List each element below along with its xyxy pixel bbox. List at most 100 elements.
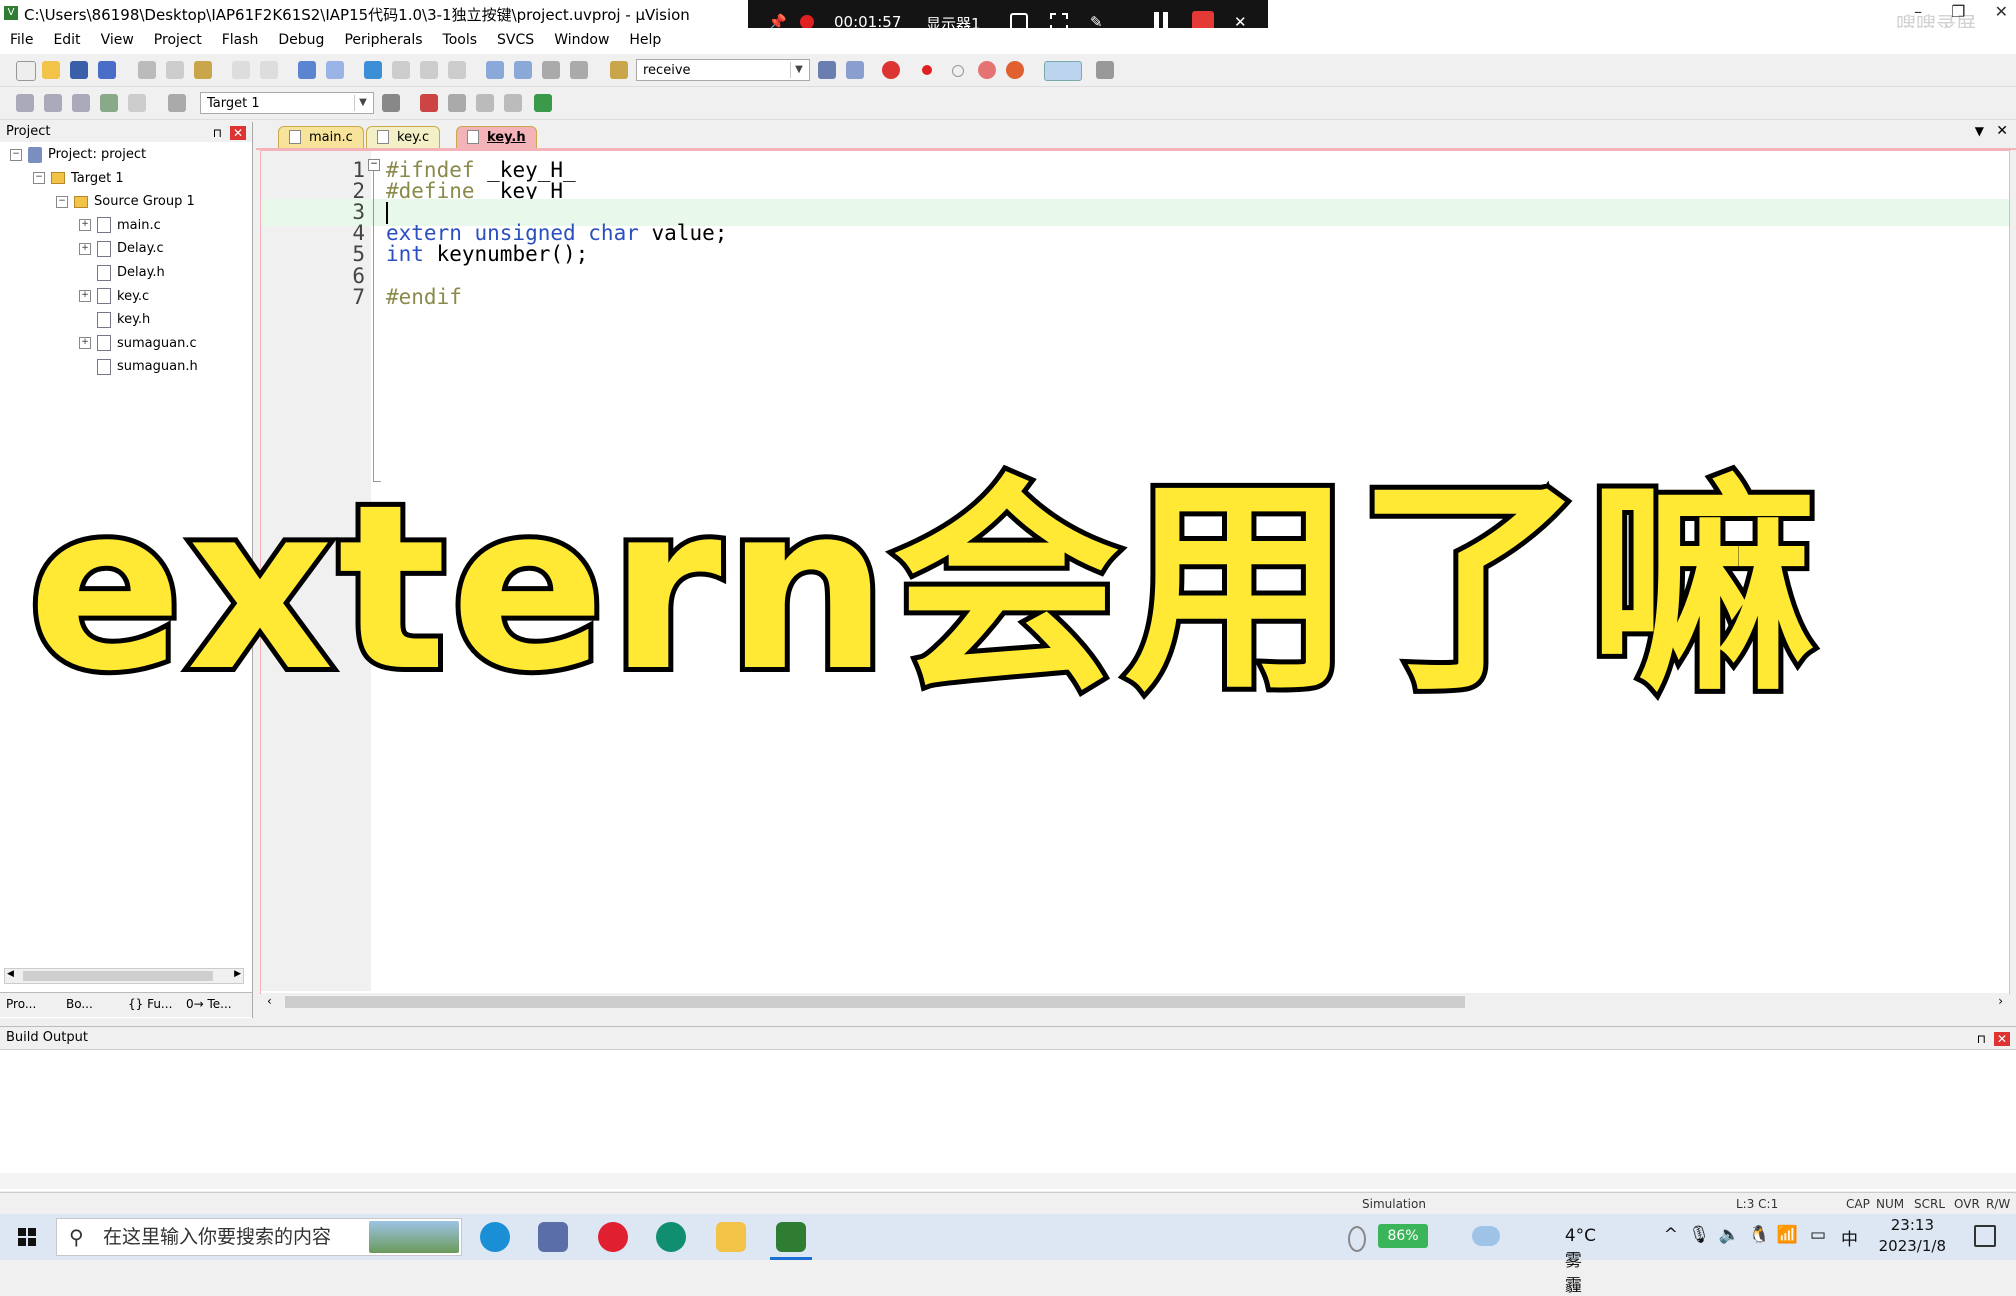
- rebuild-icon[interactable]: [72, 94, 90, 112]
- restore-icon[interactable]: ❐: [1951, 2, 1965, 21]
- tab-list-icon[interactable]: ▼: [1975, 124, 1984, 138]
- menu-file[interactable]: File: [0, 28, 43, 48]
- tree-item[interactable]: Delay.h: [79, 262, 165, 284]
- cut-icon[interactable]: [138, 61, 156, 79]
- scroll-right-icon[interactable]: ▶: [234, 969, 241, 979]
- undo-icon[interactable]: [232, 61, 250, 79]
- scroll-thumb[interactable]: [23, 971, 213, 981]
- editor-tab[interactable]: key.h: [456, 126, 537, 148]
- taskbar-search[interactable]: ⚲ 在这里输入你要搜索的内容: [56, 1218, 462, 1256]
- scroll-left-icon[interactable]: ‹: [267, 994, 272, 1008]
- breakpoint-icon[interactable]: [922, 65, 932, 75]
- open-folder-icon[interactable]: [42, 61, 60, 79]
- disable-breakpoint-icon[interactable]: [952, 65, 964, 77]
- collapse-icon[interactable]: −: [10, 148, 22, 161]
- select-pack-icon[interactable]: [476, 94, 494, 112]
- editor-hscrollbar[interactable]: ‹ ›: [261, 993, 2009, 1011]
- paste-icon[interactable]: [194, 61, 212, 79]
- panel-tab[interactable]: Bo...: [66, 997, 93, 1011]
- find-combo[interactable]: receive ▼: [636, 59, 810, 81]
- pin-panel-icon[interactable]: ⊓: [1977, 1032, 1986, 1046]
- target-options-icon[interactable]: [382, 94, 400, 112]
- unindent-icon[interactable]: [514, 61, 532, 79]
- panel-tab[interactable]: Pro...: [6, 997, 36, 1011]
- tree-item[interactable]: − Source Group 1: [56, 191, 195, 213]
- window-layout-icon[interactable]: [1044, 61, 1082, 81]
- leaf-icon[interactable]: [1348, 1226, 1366, 1252]
- close-icon[interactable]: ✕: [1995, 2, 2008, 21]
- indent-icon[interactable]: [486, 61, 504, 79]
- speaker-icon[interactable]: 🔈: [1719, 1225, 1740, 1245]
- tree-item[interactable]: + sumaguan.c: [79, 333, 197, 355]
- keil-uvision-taskbar-icon[interactable]: [776, 1222, 806, 1252]
- build-output-hscrollbar[interactable]: [0, 1173, 2016, 1189]
- tree-item[interactable]: + key.c: [79, 286, 149, 308]
- tree-item[interactable]: + main.c: [79, 215, 161, 237]
- battery-meter[interactable]: 86%: [1378, 1224, 1428, 1248]
- recorder-app-icon[interactable]: [656, 1222, 686, 1252]
- tree-item[interactable]: − Project: project: [10, 144, 146, 166]
- expand-icon[interactable]: +: [79, 337, 91, 350]
- clock-date[interactable]: 2023/1/8: [1879, 1237, 1946, 1255]
- file-extensions-icon[interactable]: [420, 94, 438, 112]
- tree-item[interactable]: + Delay.c: [79, 238, 164, 260]
- project-hscrollbar[interactable]: ◀ ▶: [4, 968, 244, 984]
- minimize-icon[interactable]: –: [1914, 2, 1922, 21]
- uncomment-icon[interactable]: [570, 61, 588, 79]
- chevron-down-icon[interactable]: ▼: [790, 62, 807, 78]
- microphone-icon[interactable]: 🎙: [1688, 1225, 1710, 1245]
- menu-edit[interactable]: Edit: [43, 28, 90, 48]
- next-bookmark-icon[interactable]: [420, 61, 438, 79]
- bookmark-icon[interactable]: [364, 61, 382, 79]
- weather-cloud-icon[interactable]: [1472, 1226, 1500, 1246]
- menu-project[interactable]: Project: [144, 28, 212, 48]
- copy-icon[interactable]: [166, 61, 184, 79]
- expand-icon[interactable]: +: [79, 290, 91, 303]
- chevron-down-icon[interactable]: ▼: [354, 95, 371, 111]
- find-in-files-icon[interactable]: [610, 61, 628, 79]
- pin-panel-icon[interactable]: ⊓: [213, 126, 222, 140]
- clock-time[interactable]: 23:13: [1891, 1216, 1934, 1234]
- menu-debug[interactable]: Debug: [268, 28, 334, 48]
- scroll-right-icon[interactable]: ›: [1998, 994, 2003, 1008]
- wifi-icon[interactable]: 📶: [1777, 1225, 1798, 1245]
- menu-tools[interactable]: Tools: [433, 28, 488, 48]
- target-combo[interactable]: Target 1 ▼: [200, 92, 374, 114]
- configure-icon[interactable]: [1096, 61, 1114, 79]
- menu-peripherals[interactable]: Peripherals: [334, 28, 432, 48]
- input-method-indicator[interactable]: 中: [1841, 1225, 1858, 1250]
- menu-help[interactable]: Help: [619, 28, 671, 48]
- scroll-thumb[interactable]: [285, 996, 1465, 1008]
- prev-bookmark-icon[interactable]: [392, 61, 410, 79]
- battery-icon[interactable]: ▭: [1810, 1225, 1826, 1245]
- tree-item[interactable]: key.h: [79, 309, 150, 331]
- close-panel-icon[interactable]: ✕: [229, 126, 246, 140]
- edge-browser-icon[interactable]: [480, 1222, 510, 1252]
- find-icon[interactable]: [818, 61, 836, 79]
- collapse-icon[interactable]: −: [56, 195, 68, 208]
- expand-icon[interactable]: +: [79, 219, 91, 232]
- debug-session-icon[interactable]: [882, 61, 900, 79]
- kill-all-breakpoints-icon[interactable]: [1006, 61, 1024, 79]
- weather-status[interactable]: 4°C 雾霾: [1565, 1226, 1596, 1296]
- netease-music-icon[interactable]: [598, 1222, 628, 1252]
- redo-icon[interactable]: [260, 61, 278, 79]
- translate-icon[interactable]: [16, 94, 34, 112]
- menu-window[interactable]: Window: [544, 28, 619, 48]
- file-explorer-icon[interactable]: [716, 1222, 746, 1252]
- code-line[interactable]: 7 #endif: [261, 284, 2009, 311]
- stop-build-icon[interactable]: [128, 94, 146, 112]
- nav-back-icon[interactable]: [298, 61, 316, 79]
- menu-view[interactable]: View: [91, 28, 144, 48]
- menu-svcs[interactable]: SVCS: [487, 28, 544, 48]
- build-icon[interactable]: [44, 94, 62, 112]
- notification-center-icon[interactable]: [1974, 1225, 1996, 1247]
- panel-tab[interactable]: 0→ Te...: [186, 997, 232, 1011]
- editor-tab[interactable]: key.c: [366, 126, 441, 148]
- editor-tab[interactable]: main.c: [278, 126, 364, 148]
- calculator-app-icon[interactable]: [538, 1222, 568, 1252]
- run-time-environment-icon[interactable]: [504, 94, 522, 112]
- close-panel-icon[interactable]: ✕: [1993, 1032, 2010, 1046]
- menu-flash[interactable]: Flash: [212, 28, 269, 48]
- pack-installer-icon[interactable]: [534, 94, 552, 112]
